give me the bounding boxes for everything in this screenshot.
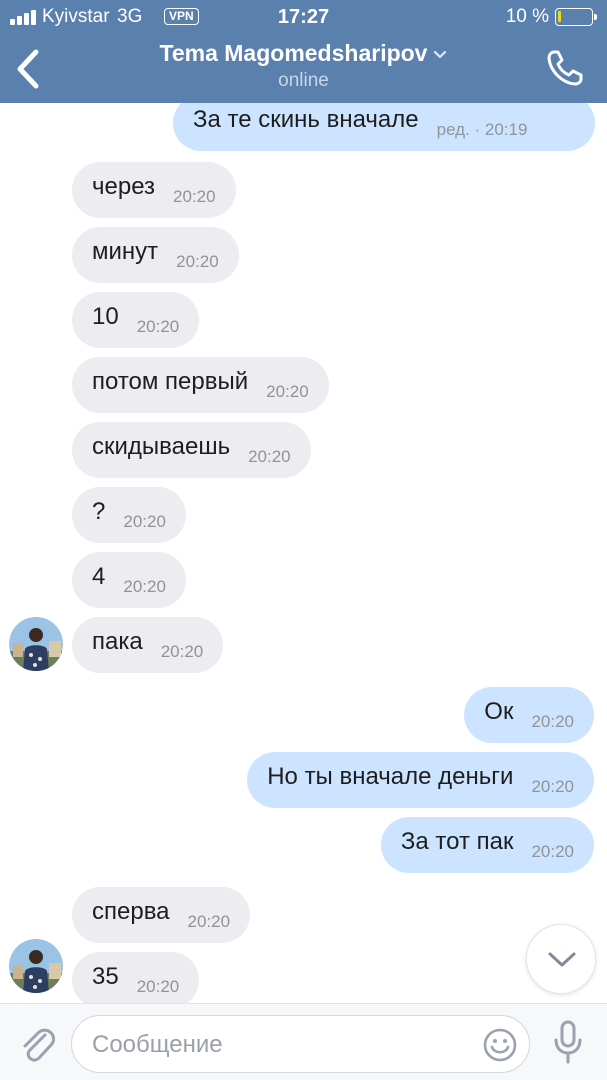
message-bubble-incoming[interactable]: пака 20:20 xyxy=(72,617,224,673)
message-bubble-incoming[interactable]: скидываешь 20:20 xyxy=(72,422,311,478)
message-bubble-incoming[interactable]: ? 20:20 xyxy=(72,487,186,543)
message-time: 20:20 xyxy=(176,252,219,271)
message-bubble-outgoing[interactable]: За тот пак 20:20 xyxy=(380,817,594,873)
attach-button[interactable] xyxy=(17,1021,57,1065)
scroll-to-bottom-button[interactable] xyxy=(526,924,596,994)
message-text: Но ты вначале деньги xyxy=(267,763,514,790)
message-text: скидываешь xyxy=(92,433,231,460)
chevron-down-icon xyxy=(548,952,576,967)
message-time: 20:20 xyxy=(531,842,574,861)
message-time: ред. · 20:19 xyxy=(436,120,528,139)
message-text: За тот пак xyxy=(400,828,514,855)
message-text: 4 xyxy=(92,563,106,590)
message-bubble-incoming[interactable]: через 20:20 xyxy=(72,162,236,218)
message-text: 35 xyxy=(92,963,119,990)
chat-title[interactable]: Tema Magomedsharipov xyxy=(0,40,607,67)
contact-photo xyxy=(9,939,63,993)
battery-level-fill xyxy=(558,11,561,22)
message-composer xyxy=(0,1003,607,1080)
microphone-icon xyxy=(554,1020,582,1064)
message-time: 20:20 xyxy=(531,712,574,731)
message-time: 20:20 xyxy=(266,382,309,401)
online-status: online xyxy=(278,70,329,91)
message-input-container[interactable] xyxy=(71,1015,530,1073)
message-text: 10 xyxy=(92,303,119,330)
message-bubble-incoming[interactable]: минут 20:20 xyxy=(72,227,239,283)
message-time: 20:20 xyxy=(531,777,574,796)
contact-photo xyxy=(9,617,63,671)
message-text: Ок xyxy=(484,698,514,725)
message-time: 20:20 xyxy=(248,447,291,466)
smiley-icon xyxy=(483,1028,517,1062)
message-time: 20:20 xyxy=(160,642,204,661)
phone-icon xyxy=(547,50,583,86)
chat-header: Kyivstar 3G VPN 17:27 10 % Tema Magomeds… xyxy=(0,0,607,103)
contact-name: Tema Magomedsharipov xyxy=(159,40,428,66)
voice-message-button[interactable] xyxy=(551,1019,585,1065)
message-bubble-incoming[interactable]: 35 20:20 xyxy=(72,952,200,1003)
message-text: пака xyxy=(92,628,143,655)
message-input[interactable] xyxy=(92,1026,472,1064)
message-bubble-incoming[interactable]: сперва 20:20 xyxy=(72,887,251,943)
avatar[interactable] xyxy=(9,939,63,993)
message-time: 20:20 xyxy=(136,317,180,336)
chevron-down-icon xyxy=(434,50,447,59)
message-text: сперва xyxy=(92,898,170,925)
message-time: 20:20 xyxy=(136,977,180,996)
message-text: через xyxy=(92,173,156,200)
message-time: 20:20 xyxy=(123,577,166,596)
message-time: 20:20 xyxy=(123,512,166,531)
emoji-button[interactable] xyxy=(482,1027,518,1063)
status-bar: Kyivstar 3G VPN 17:27 10 % xyxy=(0,0,607,34)
message-bubble-incoming[interactable]: 10 20:20 xyxy=(72,292,200,348)
message-list[interactable]: За те скинь вначале ред. · 20:19 через 2… xyxy=(0,103,607,1003)
message-text: потом первый xyxy=(92,368,249,395)
message-bubble-incoming[interactable]: 4 20:20 xyxy=(72,552,186,608)
message-text: За те скинь вначале xyxy=(193,106,419,133)
avatar[interactable] xyxy=(9,617,63,671)
call-button[interactable] xyxy=(545,48,585,88)
message-bubble-outgoing[interactable]: Но ты вначале деньги 20:20 xyxy=(247,752,594,808)
battery-percent: 10 % xyxy=(505,6,549,27)
message-bubble-incoming[interactable]: потом первый 20:20 xyxy=(72,357,329,413)
message-text: минут xyxy=(92,238,159,265)
message-bubble-outgoing[interactable]: За те скинь вначале ред. · 20:19 xyxy=(173,103,595,151)
message-time: 20:20 xyxy=(187,912,231,931)
message-text: ? xyxy=(92,498,106,525)
message-time: 20:20 xyxy=(173,187,216,206)
message-bubble-outgoing[interactable]: Ок 20:20 xyxy=(464,687,594,743)
paperclip-icon xyxy=(23,1028,55,1062)
battery-icon xyxy=(555,8,597,26)
